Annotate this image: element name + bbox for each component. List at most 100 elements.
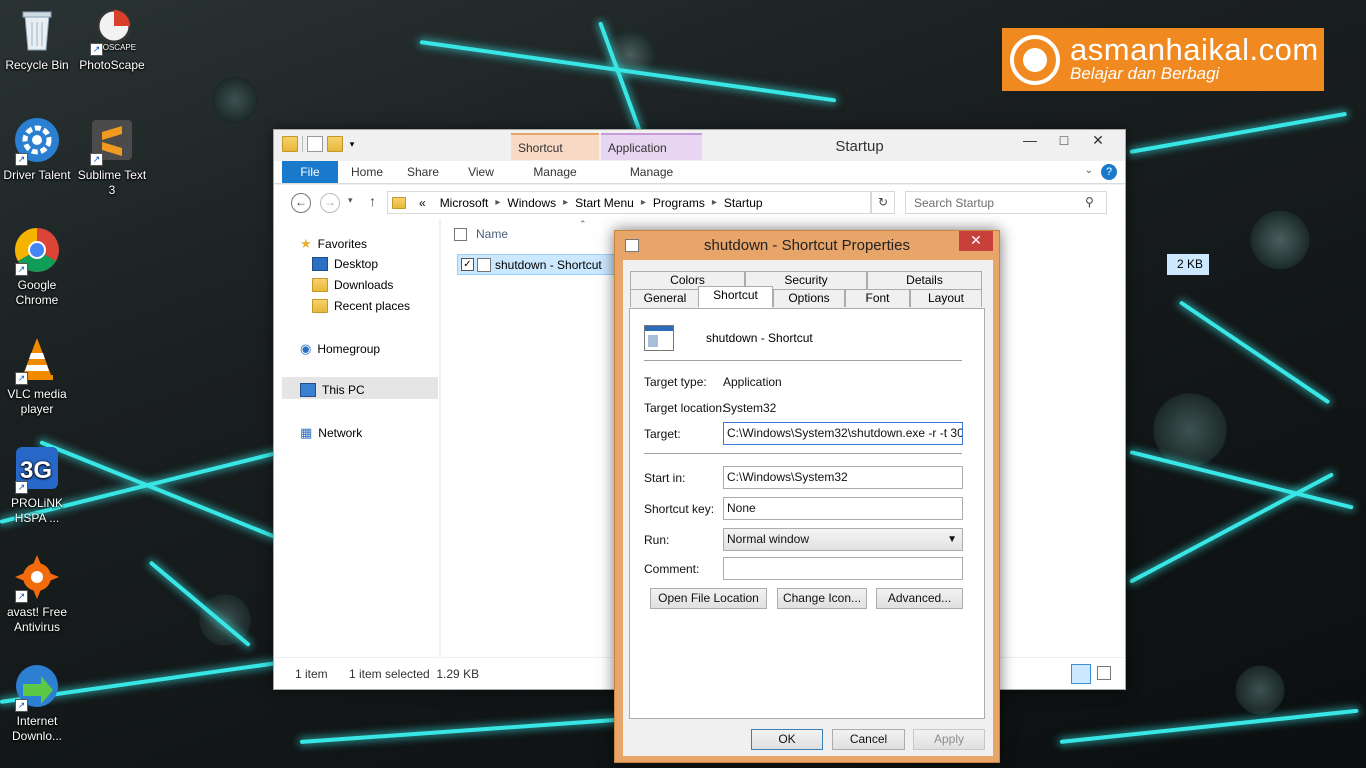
nav-desktop[interactable]: Desktop	[312, 257, 378, 271]
expand-ribbon-icon[interactable]: ⌄	[1085, 165, 1093, 176]
nav-label: Network	[318, 426, 363, 440]
search-icon[interactable]: ⚲	[1085, 195, 1094, 209]
desktop-icon-label: Sublime Text 3	[77, 168, 147, 197]
breadcrumb-segment[interactable]: Windows	[500, 196, 563, 210]
shortcut-icon-glyph	[648, 335, 658, 347]
breadcrumb-segment[interactable]: Microsoft	[433, 196, 496, 210]
forward-button[interactable]: →	[320, 193, 340, 213]
help-icon[interactable]: ?	[1101, 164, 1117, 180]
breadcrumb-segment[interactable]: Programs	[646, 196, 712, 210]
close-button[interactable]: ✕	[1081, 130, 1115, 152]
open-file-location-button[interactable]: Open File Location	[650, 588, 767, 609]
svg-text:3G: 3G	[20, 457, 52, 484]
shortcut-arrow-icon: ↗	[15, 481, 28, 494]
breadcrumb-segment[interactable]: Startup	[717, 196, 770, 210]
chrome-icon: ↗	[13, 226, 61, 276]
desktop-icon-label: PhotoScape	[79, 58, 145, 72]
advanced-button[interactable]: Advanced...	[876, 588, 963, 609]
column-header-name[interactable]: Name	[476, 227, 508, 241]
tab-file[interactable]: File	[282, 161, 338, 183]
details-view-icon[interactable]	[1071, 664, 1091, 684]
nav-network[interactable]: ▦ Network	[300, 425, 362, 441]
brand-tagline: Belajar dan Berbagi	[1070, 64, 1220, 83]
apply-button[interactable]: Apply	[913, 729, 985, 750]
maximize-button[interactable]: □	[1047, 130, 1081, 152]
up-button[interactable]: ↑	[369, 193, 376, 209]
network-icon: ▦	[300, 425, 313, 440]
tab-options[interactable]: Options	[773, 289, 845, 307]
avast-icon: ↗	[13, 553, 61, 603]
chevron-down-icon: ▼	[947, 534, 957, 545]
refresh-button[interactable]: ↻	[871, 191, 895, 214]
file-name: shutdown - Shortcut	[495, 258, 602, 272]
tab-shortcut[interactable]: Shortcut	[698, 286, 773, 308]
recent-locations-icon[interactable]: ▾	[348, 195, 353, 206]
shortcut-key-input[interactable]: None	[723, 497, 963, 520]
nav-favorites[interactable]: ★ Favorites	[300, 236, 367, 252]
desktop-icon-avast[interactable]: ↗ avast! Free Antivirus	[0, 553, 74, 635]
address-path[interactable]: « Microsoft ▸ Windows ▸ Start Menu ▸ Pro…	[387, 191, 871, 214]
label-start-in: Start in:	[644, 471, 686, 485]
shortcut-file-icon	[477, 258, 491, 272]
wallpaper-line	[39, 440, 282, 542]
tab-manage-application[interactable]: Manage	[601, 161, 702, 183]
start-in-input[interactable]: C:\Windows\System32	[723, 466, 963, 489]
change-icon-button[interactable]: Change Icon...	[777, 588, 867, 609]
desktop-icon-vlc[interactable]: ↗ VLC media player	[0, 335, 74, 417]
shortcut-panel: shutdown - Shortcut Target type: Applica…	[629, 308, 985, 719]
shortcut-arrow-icon: ↗	[15, 590, 28, 603]
star-icon: ★	[300, 236, 312, 251]
desktop-icon-sublime-text[interactable]: ↗ Sublime Text 3	[75, 116, 149, 198]
explorer-titlebar[interactable]: ▾ Shortcut Tools Application Tools Start…	[274, 130, 1125, 182]
shortcut-arrow-icon: ↗	[15, 263, 28, 276]
large-icons-view-icon[interactable]	[1097, 666, 1111, 680]
tab-details[interactable]: Details	[867, 271, 982, 289]
comment-input[interactable]	[723, 557, 963, 580]
shortcut-arrow-icon: ↗	[90, 43, 103, 56]
nav-label: Favorites	[317, 237, 368, 251]
search-input[interactable]: Search Startup	[905, 191, 1107, 214]
nav-recent-places[interactable]: Recent places	[312, 299, 410, 313]
tab-manage-shortcut[interactable]: Manage	[511, 161, 599, 183]
target-input[interactable]: C:\Windows\System32\shutdown.exe -r -t 3…	[723, 422, 963, 445]
desktop-icon-recycle-bin[interactable]: Recycle Bin	[0, 6, 74, 73]
wallpaper-line	[1178, 300, 1331, 405]
desktop-icon-idm[interactable]: ↗ Internet Downlo...	[0, 662, 74, 744]
tab-layout[interactable]: Layout	[910, 289, 982, 307]
select-all-checkbox[interactable]	[454, 228, 467, 241]
run-select[interactable]: Normal window ▼	[723, 528, 963, 551]
cancel-button[interactable]: Cancel	[832, 729, 905, 750]
vlc-icon: ↗	[13, 335, 61, 385]
tab-home[interactable]: Home	[342, 161, 392, 183]
desktop-icon-prolink-hspa[interactable]: 3G ↗ PROLiNK HSPA ...	[0, 444, 74, 526]
desktop-icon	[312, 257, 328, 271]
tab-share[interactable]: Share	[398, 161, 448, 183]
recycle-bin-icon	[13, 6, 61, 54]
desktop-icon-label: Driver Talent	[3, 168, 71, 182]
file-row[interactable]: ✓ shutdown - Shortcut	[457, 254, 615, 275]
file-row-checkbox[interactable]: ✓	[461, 258, 474, 271]
minimize-button[interactable]: —	[1013, 130, 1047, 152]
dialog-close-button[interactable]: ✕	[959, 231, 993, 251]
tab-font[interactable]: Font	[845, 289, 910, 307]
ok-button[interactable]: OK	[751, 729, 823, 750]
tab-general[interactable]: General	[630, 289, 700, 307]
brand-logo-icon	[1010, 35, 1060, 85]
address-overflow[interactable]: «	[412, 196, 433, 210]
nav-this-pc[interactable]: This PC	[300, 383, 365, 397]
prolink-3g-icon: 3G ↗	[13, 444, 61, 494]
divider	[644, 360, 962, 361]
desktop-icon-photoscape[interactable]: TOSCAPE ↗ PhotoScape	[75, 6, 149, 73]
properties-dialog[interactable]: shutdown - Shortcut Properties ✕ Colors …	[614, 230, 1000, 763]
ribbon-tabs: File Home Share View Manage Manage ⌄ ?	[274, 161, 1125, 184]
tab-view[interactable]: View	[456, 161, 506, 183]
desktop-icon-driver-talent[interactable]: ↗ Driver Talent	[0, 116, 74, 183]
nav-downloads[interactable]: Downloads	[312, 278, 393, 292]
brand-site: asmanhaikal.com	[1070, 32, 1319, 67]
nav-homegroup[interactable]: ◉ Homegroup	[300, 341, 380, 357]
back-button[interactable]: ←	[291, 193, 311, 213]
sort-indicator-icon: ⌃	[579, 219, 587, 229]
breadcrumb-segment[interactable]: Start Menu	[568, 196, 641, 210]
desktop-icon-google-chrome[interactable]: ↗ Google Chrome	[0, 226, 74, 308]
sublime-text-icon: ↗	[88, 116, 136, 166]
